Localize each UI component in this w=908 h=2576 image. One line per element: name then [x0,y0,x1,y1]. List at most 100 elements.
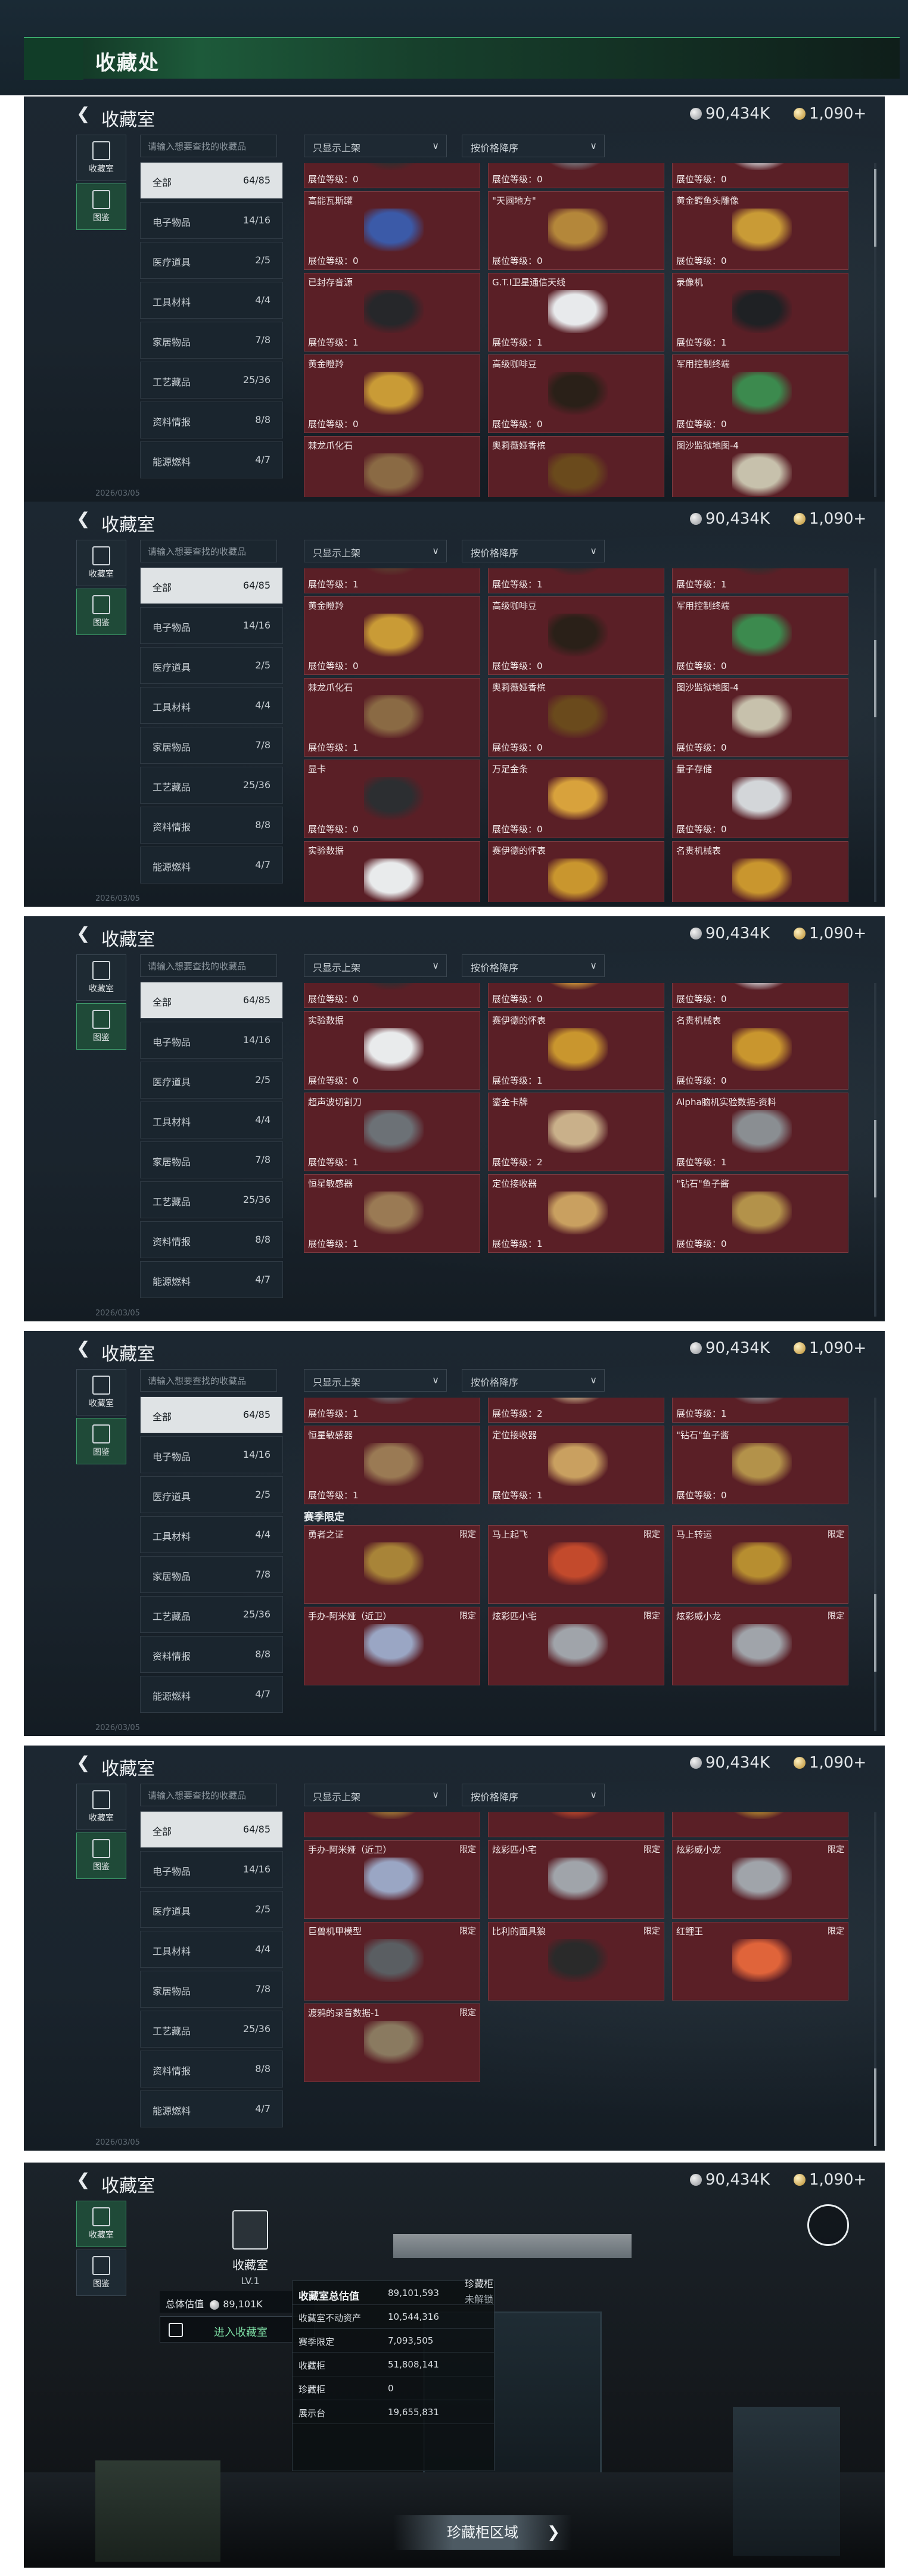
gem-balance[interactable]: 1,090+ [794,1754,866,1772]
category-item[interactable]: 医疗道具 2/5 [140,1891,283,1928]
collection-card[interactable]: 棘龙爪化石 展位等级：1 [304,678,480,757]
collection-card[interactable]: 赛伊德的怀表 [488,841,664,902]
collection-card[interactable]: 展位等级：1 [672,568,848,593]
collection-card[interactable]: 黄金瞪羚 展位等级：0 [304,354,480,433]
gem-balance[interactable]: 1,090+ [794,1339,866,1357]
scrollbar[interactable] [874,1398,876,1731]
category-item[interactable]: 电子物品 14/16 [140,1022,283,1059]
collection-card[interactable]: 图沙监狱地图-4 展位等级：0 [672,678,848,757]
category-item[interactable]: 能源燃料 4/7 [140,2090,283,2127]
category-item[interactable]: 家居物品 7/8 [140,1556,283,1593]
collection-card[interactable]: 展位等级：0 [488,163,664,188]
tab-collection-room[interactable]: 收藏室 [76,1784,126,1830]
shelf-filter-dropdown[interactable]: 只显示上架 ∨ [304,954,447,977]
category-item[interactable]: 家居物品 7/8 [140,727,283,764]
tab-codex[interactable]: 图鉴 [76,1003,126,1050]
scrollbar-thumb[interactable] [874,1594,876,1672]
category-item[interactable]: 全部 64/85 [140,567,283,604]
collection-card[interactable]: 炫彩匹小宅 限定 [488,1840,664,1919]
category-item[interactable]: 全部 64/85 [140,1811,283,1848]
tab-codex[interactable]: 图鉴 [76,1418,126,1464]
collection-card[interactable]: 黄金瞪羚 展位等级：0 [304,596,480,675]
category-item[interactable]: 全部 64/85 [140,1396,283,1433]
collection-card[interactable]: 手办-阿米娅（近卫） 限定 [304,1840,480,1919]
shelf-filter-dropdown[interactable]: 只显示上架 ∨ [304,1369,447,1392]
collection-card[interactable]: 量子存储展位等级：0 [672,760,848,838]
category-item[interactable]: 资料情报 8/8 [140,2051,283,2087]
search-input[interactable]: 请输入想要查找的收藏品 [140,1369,277,1392]
scrollbar-thumb[interactable] [874,2068,876,2146]
category-item[interactable]: 工具材料 4/4 [140,1931,283,1968]
collection-card[interactable]: 万足金条展位等级：0 [488,983,664,1008]
gem-balance[interactable]: 1,090+ [794,105,866,123]
category-item[interactable]: 全部 64/85 [140,982,283,1019]
category-item[interactable]: 工艺藏品 25/36 [140,1181,283,1218]
camera-rotate-button[interactable] [807,2204,849,2246]
category-item[interactable]: 全部 64/85 [140,162,283,199]
shelf-filter-dropdown[interactable]: 只显示上架 ∨ [304,540,447,562]
category-item[interactable]: 工具材料 4/4 [140,282,283,319]
search-input[interactable]: 请输入想要查找的收藏品 [140,540,277,562]
collection-card[interactable]: 渡鸦的录音数据-1 限定 [304,2003,480,2082]
collection-card[interactable]: 量子存储展位等级：0 [672,983,848,1008]
enter-collection-room-button[interactable]: 进入收藏室 [160,2316,315,2342]
scrollbar-thumb[interactable] [874,1120,876,1197]
collection-card[interactable]: 高能瓦斯罐 展位等级：0 [304,191,480,270]
collection-card[interactable]: 恒星敏感器 展位等级：1 [304,1426,480,1504]
back-arrow-icon[interactable]: ❮ [76,1754,94,1772]
collection-card[interactable]: 恒星敏感器 展位等级：1 [304,1174,480,1253]
gem-balance[interactable]: 1,090+ [794,925,866,942]
collection-card[interactable]: 展位等级：1 [672,1398,848,1423]
tab-collection-room[interactable]: 收藏室 [76,954,126,1001]
collection-card[interactable]: 展位等级：1 [304,568,480,593]
collection-card[interactable]: 图沙监狱地图-4 [672,436,848,497]
tab-collection-room[interactable]: 收藏室 [76,540,126,586]
category-item[interactable]: 工具材料 4/4 [140,1516,283,1553]
category-item[interactable]: 工具材料 4/4 [140,687,283,724]
collection-card[interactable]: 显卡展位等级：0 [304,983,480,1008]
category-item[interactable]: 工艺藏品 25/36 [140,1596,283,1633]
sort-dropdown[interactable]: 按价格降序 ∨ [462,954,605,977]
tab-codex[interactable]: 图鉴 [76,589,126,635]
collection-card[interactable]: 黄金鳄鱼头雕像 展位等级：0 [672,191,848,270]
scrollbar-thumb[interactable] [874,169,876,247]
category-item[interactable]: 电子物品 14/16 [140,607,283,644]
collection-card[interactable]: 万足金条展位等级：0 [488,760,664,838]
category-item[interactable]: 家居物品 7/8 [140,1971,283,2008]
collection-card[interactable]: 显卡展位等级：0 [304,760,480,838]
category-item[interactable]: 资料情报 8/8 [140,1636,283,1673]
collection-card[interactable]: 展位等级：2 [488,1398,664,1423]
collection-card[interactable]: 实验数据 展位等级：0 [304,1011,480,1090]
back-arrow-icon[interactable]: ❮ [76,1339,94,1357]
gem-balance[interactable]: 1,090+ [794,2171,866,2189]
sort-dropdown[interactable]: 按价格降序 ∨ [462,1369,605,1392]
back-arrow-icon[interactable]: ❮ [76,105,94,123]
collection-card[interactable]: 军用控制终端 展位等级：0 [672,354,848,433]
gem-balance[interactable]: 1,090+ [794,510,866,528]
tab-collection-room[interactable]: 收藏室 [76,135,126,181]
collection-card[interactable]: 勇者之证 限定 [304,1525,480,1604]
scrollbar[interactable] [874,1812,876,2146]
collection-card[interactable]: 实验数据 [304,841,480,902]
collection-card[interactable]: 红鲤王 限定 [672,1922,848,2001]
collection-card[interactable]: 录像机 展位等级：1 [672,273,848,351]
category-item[interactable]: 电子物品 14/16 [140,1436,283,1473]
collection-card[interactable]: 炫彩匹小宅 限定 [488,1607,664,1685]
category-item[interactable]: 工艺藏品 25/36 [140,767,283,804]
category-item[interactable]: 能源燃料 4/7 [140,1261,283,1298]
collection-card[interactable]: "天圆地方" 展位等级：0 [488,191,664,270]
search-input[interactable]: 请输入想要查找的收藏品 [140,954,277,977]
collection-card[interactable]: 展位等级：1 [488,568,664,593]
shelf-filter-dropdown[interactable]: 只显示上架 ∨ [304,1784,447,1806]
collection-card[interactable]: 炫彩威小龙 限定 [672,1607,848,1685]
category-item[interactable]: 医疗道具 2/5 [140,1062,283,1099]
collection-card[interactable]: 棘龙爪化石 [304,436,480,497]
collection-card[interactable]: 马上转运限定 [672,1812,848,1837]
collection-card[interactable]: 展位等级：0 [304,163,480,188]
cabinet-label[interactable]: 珍藏柜 未解锁 [429,2272,548,2308]
scrollbar[interactable] [874,163,876,497]
collection-card[interactable]: 赛伊德的怀表 展位等级：1 [488,1011,664,1090]
category-item[interactable]: 能源燃料 4/7 [140,847,283,883]
category-item[interactable]: 工艺藏品 25/36 [140,2011,283,2048]
tab-codex[interactable]: 图鉴 [76,183,126,230]
